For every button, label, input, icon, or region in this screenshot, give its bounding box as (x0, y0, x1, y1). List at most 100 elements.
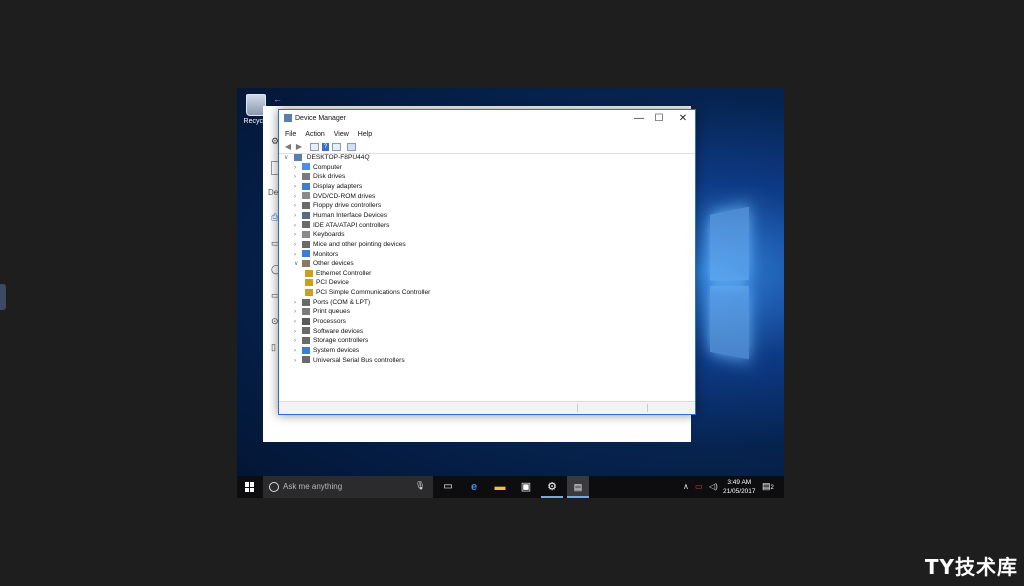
tree-category[interactable]: › Storage controllers (294, 336, 368, 346)
view-icon[interactable] (332, 142, 341, 151)
tree-root[interactable]: ∨ DESKTOP-F8PU44Q (284, 153, 370, 163)
tree-device-item[interactable]: PCI Simple Communications Controller (305, 288, 430, 298)
expand-chevron-icon[interactable]: › (294, 221, 302, 231)
expand-chevron-icon[interactable]: › (294, 172, 302, 182)
tree-category[interactable]: › IDE ATA/ATAPI controllers (294, 221, 389, 231)
maximize-button[interactable]: ☐ (649, 112, 669, 126)
toolbar: ◀ ▶ ? (279, 140, 695, 154)
collapse-chevron-icon[interactable]: ∨ (294, 259, 302, 269)
device-manager-window[interactable]: Device Manager — ☐ ✕ File Action View He… (278, 109, 696, 415)
device-category-icon (302, 356, 310, 364)
tree-category[interactable]: › Processors (294, 317, 346, 327)
tree-device-item[interactable]: PCI Device (305, 278, 349, 288)
help-icon[interactable]: ? (322, 142, 329, 151)
tree-item-label: DVD/CD-ROM drives (313, 192, 376, 200)
minimize-button[interactable]: — (629, 112, 649, 126)
network-icon[interactable]: ▭ (695, 476, 703, 498)
device-category-icon (302, 308, 310, 316)
usb-icon[interactable]: ▯ (271, 342, 276, 353)
forward-icon[interactable]: ▶ (295, 142, 303, 151)
tree-category[interactable]: › Human Interface Devices (294, 211, 387, 221)
tree-category[interactable]: › System devices (294, 346, 359, 356)
start-button[interactable] (245, 482, 255, 492)
notification-count: 2 (770, 485, 774, 491)
expand-chevron-icon[interactable]: › (294, 192, 302, 202)
expand-chevron-icon[interactable]: › (294, 356, 302, 366)
tree-category[interactable]: › Ports (COM & LPT) (294, 298, 370, 308)
tree-category[interactable]: › Disk drives (294, 172, 345, 182)
expand-chevron-icon[interactable]: › (294, 336, 302, 346)
vm-desktop: Recycle ← ⚙ De ⎙ ▭ ◯ ▭ ⊙ ▯ Device Manage… (237, 88, 784, 498)
device-category-icon (302, 240, 310, 248)
expand-chevron-icon[interactable]: › (294, 307, 302, 317)
device-category-icon (302, 230, 310, 238)
tree-item-label: Keyboards (313, 231, 345, 239)
collapse-chevron-icon[interactable]: ∨ (284, 153, 292, 163)
expand-chevron-icon[interactable]: › (294, 240, 302, 250)
back-icon[interactable]: ◀ (284, 142, 292, 151)
back-arrow-icon[interactable]: ← (273, 94, 282, 104)
tree-category[interactable]: › Monitors (294, 250, 338, 260)
device-tree: ∨ DESKTOP-F8PU44Q › Computer › Disk drives ›… (279, 153, 695, 400)
menu-file[interactable]: File (285, 131, 296, 138)
task-view-icon[interactable]: ▭ (437, 476, 459, 498)
expand-chevron-icon[interactable]: › (294, 211, 302, 221)
device-category-icon (302, 211, 310, 219)
tree-item-label: Software devices (313, 327, 364, 335)
tree-item-label: Ethernet Controller (316, 269, 372, 277)
action-center-icon[interactable]: ▤2 (762, 481, 774, 492)
scan-hardware-icon[interactable] (347, 142, 356, 151)
menu-view[interactable]: View (334, 131, 349, 138)
file-explorer-icon[interactable]: ▬ (489, 476, 511, 498)
menu-action[interactable]: Action (305, 131, 324, 138)
device-category-icon (302, 337, 310, 345)
tree-category[interactable]: › DVD/CD-ROM drives (294, 192, 375, 202)
settings-heading-fragment: De (268, 188, 279, 197)
expand-chevron-icon[interactable]: › (294, 317, 302, 327)
edge-icon[interactable]: e (463, 476, 485, 498)
volume-icon[interactable]: ◁) (709, 476, 718, 498)
tree-category[interactable]: › Computer (294, 163, 342, 173)
store-icon[interactable]: ▣ (515, 476, 537, 498)
side-panel-handle[interactable] (0, 284, 6, 310)
menu-help[interactable]: Help (358, 131, 372, 138)
unknown-device-warning-icon (305, 269, 313, 277)
clock[interactable]: 3:49 AM 21/05/2017 (723, 478, 756, 496)
expand-chevron-icon[interactable]: › (294, 250, 302, 260)
show-hidden-icons-icon[interactable]: ∧ (683, 476, 689, 498)
tree-category[interactable]: › Software devices (294, 327, 363, 337)
device-manager-taskbar-icon[interactable]: ▤ (567, 476, 589, 498)
device-category-icon (302, 182, 310, 190)
expand-chevron-icon[interactable]: › (294, 201, 302, 211)
device-category-icon (302, 173, 310, 181)
tree-item-label: PCI Device (316, 279, 349, 287)
device-category-icon (302, 192, 310, 200)
expand-chevron-icon[interactable]: › (294, 346, 302, 356)
device-category-icon (302, 202, 310, 209)
expand-chevron-icon[interactable]: › (294, 182, 302, 192)
tree-category[interactable]: › Floppy drive controllers (294, 201, 381, 211)
tree-device-item[interactable]: Ethernet Controller (305, 269, 371, 279)
tree-category[interactable]: › Mice and other pointing devices (294, 240, 406, 250)
expand-chevron-icon[interactable]: › (294, 327, 302, 337)
expand-chevron-icon[interactable]: › (294, 230, 302, 240)
tree-category[interactable]: › Keyboards (294, 230, 345, 240)
expand-chevron-icon[interactable]: › (294, 298, 302, 308)
tree-item-label: IDE ATA/ATAPI controllers (313, 221, 390, 229)
device-category-icon (302, 163, 310, 171)
tree-category[interactable]: › Display adapters (294, 182, 362, 192)
properties-icon[interactable] (310, 142, 319, 151)
watermark: TY技术库 (924, 555, 1018, 579)
tree-category[interactable]: › Universal Serial Bus controllers (294, 356, 405, 366)
title-bar[interactable]: Device Manager — ☐ ✕ (279, 110, 695, 128)
close-button[interactable]: ✕ (673, 112, 693, 126)
windows-wallpaper-logo (709, 195, 784, 377)
tree-item-label: Computer (313, 163, 342, 171)
tree-category[interactable]: › Print queues (294, 307, 350, 317)
settings-app-icon[interactable]: ⚙ (541, 476, 563, 498)
expand-chevron-icon[interactable]: › (294, 163, 302, 173)
tree-item-label: Display adapters (313, 182, 363, 190)
microphone-icon[interactable]: 🎙 (415, 481, 425, 490)
search-box[interactable]: Ask me anything 🎙 (263, 476, 433, 498)
tree-category[interactable]: ∨ Other devices (294, 259, 354, 269)
